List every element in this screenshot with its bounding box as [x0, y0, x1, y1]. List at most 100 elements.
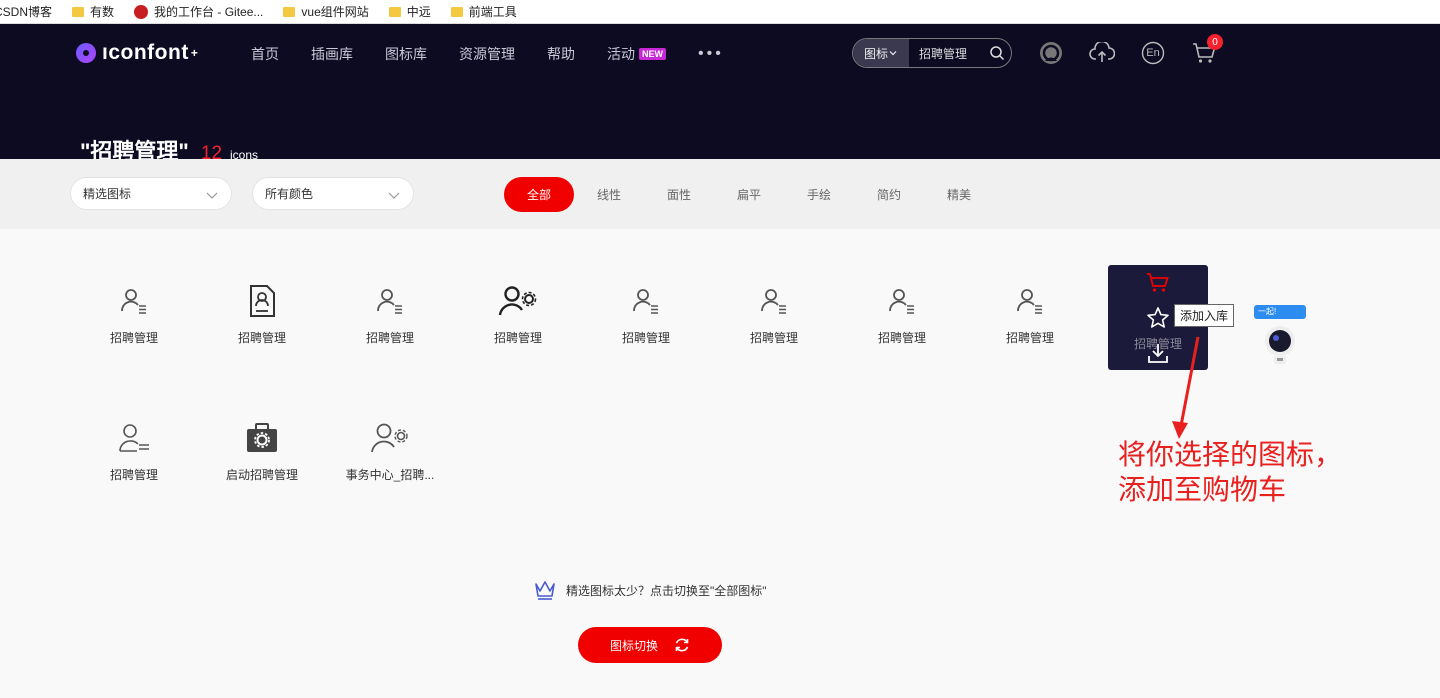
icon-label: 招聘管理 [877, 331, 926, 345]
icon-card[interactable]: 招聘管理 [852, 283, 952, 346]
briefcase-gear-icon [212, 420, 312, 456]
logo-star: + [190, 46, 199, 60]
icon-card[interactable]: 招聘管理 [724, 283, 824, 346]
bookmark-label: CSDN博客 [0, 5, 53, 19]
icon-label: 招聘管理 [365, 331, 414, 345]
icon-card[interactable]: 招聘管理 [212, 283, 312, 346]
tab-all[interactable]: 全部 [504, 177, 574, 212]
user-list-icon [340, 283, 440, 319]
featured-filter-value: 精选图标 [83, 187, 132, 201]
main-nav: 首页 插画库 图标库 资源管理 帮助 活动 NEW ••• [251, 44, 724, 64]
icon-card[interactable]: 招聘管理 [980, 283, 1080, 346]
add-to-library-tooltip: 添加入库 [1174, 304, 1235, 327]
user-avatar-icon[interactable] [1038, 40, 1064, 66]
add-to-cart-button[interactable] [1108, 265, 1208, 300]
upload-cloud-icon[interactable] [1089, 40, 1115, 66]
nav-activity[interactable]: 活动 NEW [607, 44, 666, 64]
bookmark-zhongyuan[interactable]: 中远 [388, 3, 431, 20]
search-input[interactable]: 招聘管理 [909, 45, 983, 62]
nav-activity-label: 活动 [607, 46, 635, 62]
icon-card[interactable]: 招聘管理 [340, 283, 440, 346]
logo-text: ıconfont [102, 41, 189, 64]
bookmark-youshu[interactable]: 有数 [72, 3, 114, 20]
icon-card[interactable]: 事务中心_招聘... [340, 420, 440, 483]
icon-card[interactable]: 招聘管理 [84, 420, 184, 483]
crown-icon [535, 581, 555, 600]
nav-icon-library[interactable]: 图标库 [385, 44, 427, 64]
search-type-label: 图标 [863, 46, 888, 61]
nav-help[interactable]: 帮助 [547, 44, 575, 64]
nav-home[interactable]: 首页 [251, 44, 279, 64]
language-en-icon[interactable]: En [1140, 40, 1166, 66]
user-gear-icon [468, 283, 568, 319]
switch-tip-text: 精选图标太少？点击切换至"全部图标" [566, 583, 767, 598]
tab-filled[interactable]: 面性 [644, 177, 714, 212]
tab-linear[interactable]: 线性 [574, 177, 644, 212]
folder-icon [388, 6, 401, 17]
star-icon [1147, 306, 1169, 328]
folder-icon [450, 6, 463, 17]
tab-handdrawn[interactable]: 手绘 [784, 177, 854, 212]
icon-card[interactable]: 招聘管理 [596, 283, 696, 346]
icon-label: 事务中心_招聘... [345, 468, 435, 482]
astronaut-icon [1265, 326, 1295, 364]
icon-label: 招聘管理 [109, 468, 158, 482]
tab-flat[interactable]: 扁平 [714, 177, 784, 212]
nav-illustration[interactable]: 插画库 [311, 44, 353, 64]
logo-mark-icon [76, 43, 96, 63]
icon-label: 招聘管理 [749, 331, 798, 345]
tab-exquisite[interactable]: 精美 [924, 177, 994, 212]
bookmarks-bar: CSDN博客 有数 我的工作台 - Gitee... vue组件网站 中远 前端… [0, 0, 1440, 24]
annotation-line-2: 添加至购物车 [1118, 474, 1287, 505]
color-filter-select[interactable]: 所有颜色 [252, 177, 414, 210]
language-label: En [1146, 47, 1160, 59]
user-list-icon [980, 283, 1080, 319]
search-box: 图标 招聘管理 [852, 38, 1012, 68]
chevron-down-icon [206, 192, 218, 199]
resume-document-icon [212, 283, 312, 319]
more-menu-icon[interactable]: ••• [698, 45, 724, 63]
icon-label: 启动招聘管理 [225, 468, 298, 482]
shopping-cart-icon[interactable]: 0 [1191, 34, 1223, 66]
color-filter-value: 所有颜色 [265, 187, 314, 201]
refresh-icon [674, 637, 690, 653]
user-outline-list-icon [84, 420, 184, 456]
search-icon[interactable] [983, 45, 1011, 61]
featured-filter-select[interactable]: 精选图标 [70, 177, 232, 210]
bookmark-label: 中远 [406, 5, 431, 19]
icon-card[interactable]: 招聘管理 [84, 283, 184, 346]
bookmark-csdn[interactable]: CSDN博客 [0, 3, 52, 20]
bookmark-frontend-tools[interactable]: 前端工具 [450, 3, 517, 20]
user-list-icon [852, 283, 952, 319]
cart-icon [1147, 272, 1169, 292]
header-actions: En 0 [1038, 34, 1242, 66]
filter-bar: 精选图标 所有颜色 全部 线性 面性 扁平 手绘 简约 精美 [0, 159, 1440, 229]
site-header: ıconfont + 首页 插画库 图标库 资源管理 帮助 活动 NEW ••• … [0, 24, 1440, 164]
icon-label: 招聘管理 [1005, 331, 1054, 345]
bookmark-label: vue组件网站 [301, 5, 369, 19]
user-gear-outline-icon [340, 420, 440, 456]
icon-label: 招聘管理 [621, 331, 670, 345]
folder-icon [283, 6, 296, 17]
tab-simple[interactable]: 简约 [854, 177, 924, 212]
nav-resource-manage[interactable]: 资源管理 [459, 44, 515, 64]
search-type-dropdown[interactable]: 图标 [853, 39, 909, 67]
annotation-line-1: 将你选择的图标， [1118, 439, 1343, 470]
icon-card[interactable]: 启动招聘管理 [212, 420, 312, 483]
icon-card[interactable]: 招聘管理 [468, 283, 568, 346]
chevron-down-icon [388, 192, 400, 199]
bookmark-gitee[interactable]: 我的工作台 - Gitee... [134, 3, 263, 20]
icon-switch-button[interactable]: 图标切换 [578, 627, 722, 663]
bookmark-label: 有数 [90, 5, 115, 19]
iconfont-logo[interactable]: ıconfont + [76, 41, 198, 65]
astronaut-mascot[interactable]: 一起! [1254, 305, 1306, 365]
bookmark-label: 我的工作台 - Gitee... [154, 5, 264, 19]
gitee-icon [134, 4, 149, 19]
switch-tip: 精选图标太少？点击切换至"全部图标" [534, 580, 767, 600]
cart-count-badge: 0 [1207, 34, 1223, 50]
chevron-down-icon [889, 51, 897, 56]
folder-icon [72, 6, 85, 17]
style-tabs: 全部 线性 面性 扁平 手绘 简约 精美 [504, 177, 994, 212]
icon-label: 招聘管理 [237, 331, 286, 345]
bookmark-vue[interactable]: vue组件网站 [283, 3, 369, 20]
